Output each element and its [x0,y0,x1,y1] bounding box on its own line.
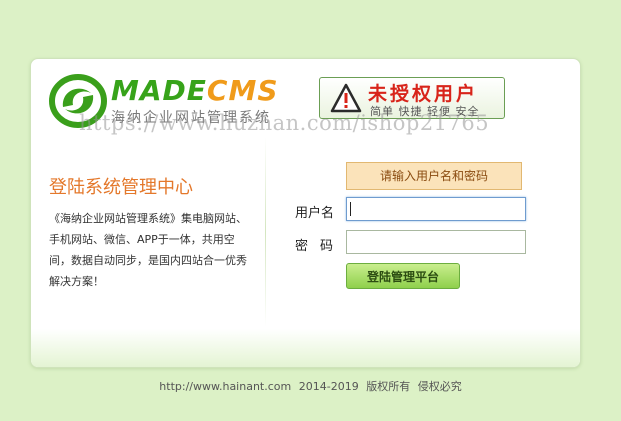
badge-title: 未授权用户 [368,83,479,105]
unauthorized-badge: 未授权用户 简单 快捷 轻便 安全 [319,77,505,119]
madecms-logo: MADECMS 海纳企业网站管理系统 [49,73,319,133]
password-input[interactable] [346,230,526,254]
login-center-title: 登陆系统管理中心 [49,177,193,198]
login-card: MADECMS 海纳企业网站管理系统 未授权用户 简单 快捷 轻便 安全 登陆系… [30,58,581,368]
logo-wordmark: MADECMS [111,75,278,107]
text-cursor [350,202,351,216]
login-notice: 请输入用户名和密码 [346,162,522,190]
footer-url: http://www.hainant.com [159,380,292,393]
footer-warning: 侵权必究 [417,380,462,393]
password-label: 密码 [295,239,346,254]
footer-years: 2014-2019 [298,380,359,393]
badge-subtitle: 简单 快捷 轻便 安全 [370,105,480,118]
vertical-divider [265,137,266,327]
green-swirl-logo-icon [49,74,107,128]
card-footer-gradient [31,329,580,367]
system-description: 《海纳企业网站管理系统》集电脑网站、手机网站、微信、APP于一体，共用空间，数据… [49,212,247,288]
login-button[interactable]: 登陆管理平台 [346,263,460,289]
logo-cms-text: CMS [206,74,279,107]
footer-rights: 版权所有 [366,380,411,393]
username-label: 用户名 [295,206,335,221]
logo-made-text: MADE [111,74,207,107]
copyright-footer: http://www.hainant.com 2014-2019 版权所有 侵权… [0,378,621,394]
warning-triangle-icon [330,83,362,113]
username-input[interactable] [346,197,526,221]
logo-subtitle: 海纳企业网站管理系统 [111,110,271,126]
